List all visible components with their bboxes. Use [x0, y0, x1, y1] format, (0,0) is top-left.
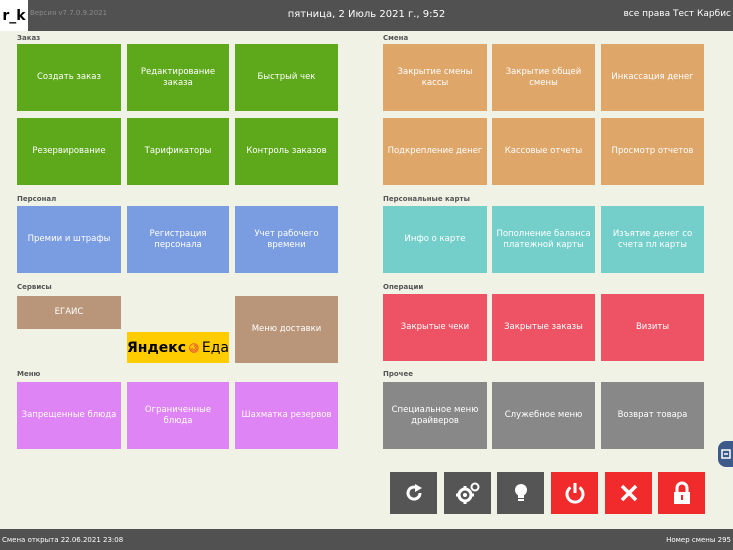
bonuses-fines-button[interactable]: Премии и штрафы [17, 206, 121, 273]
section-operations-label: Операции [383, 283, 424, 291]
status-bar: Смена открыта 22.06.2021 23:08 Номер сме… [0, 529, 733, 550]
section-shift-label: Смена [383, 34, 409, 42]
top-bar: r_k Версия v7.7.0.9.2021 пятница, 2 Июль… [0, 0, 733, 31]
section-services-label: Сервисы [17, 283, 52, 291]
power-icon [565, 483, 584, 504]
close-cash-shift-button[interactable]: Закрытие смены кассы [383, 44, 487, 111]
view-reports-button[interactable]: Просмотр отчетов [601, 118, 704, 185]
tariffs-button[interactable]: Тарификаторы [127, 118, 229, 185]
cash-collection-button[interactable]: Инкассация денег [601, 44, 704, 111]
service-menu-button[interactable]: Служебное меню [492, 382, 595, 449]
section-order-label: Заказ [17, 34, 41, 42]
lock-button[interactable] [658, 472, 705, 514]
reservation-button[interactable]: Резервирование [17, 118, 121, 185]
cash-reinforce-button[interactable]: Подкрепление денег [383, 118, 487, 185]
section-other-label: Прочее [383, 370, 413, 378]
refresh-icon [406, 484, 422, 501]
delivery-menu-button[interactable]: Меню доставки [235, 296, 338, 363]
side-panel-tab[interactable] [718, 441, 733, 467]
close-button[interactable] [605, 472, 652, 514]
edit-order-button[interactable]: Редактирование заказа [127, 44, 229, 111]
topup-balance-button[interactable]: Пополнение баланса платежной карты [492, 206, 595, 273]
close-icon [620, 484, 637, 502]
refresh-button[interactable] [390, 472, 437, 514]
side-panel-icon [720, 449, 731, 459]
quick-check-button[interactable]: Быстрый чек [235, 44, 338, 111]
reserve-chess-button[interactable]: Шахматка резервов [235, 382, 338, 449]
yandex-brand-label: Яндекс [127, 339, 187, 356]
order-control-button[interactable]: Контроль заказов [235, 118, 338, 185]
copyright-label: все права Тест Карбис [623, 9, 732, 19]
shift-number-label: Номер смены 295 [666, 536, 731, 544]
driver-menu-button[interactable]: Специальное меню драйверов [383, 382, 487, 449]
close-general-shift-button[interactable]: Закрытие общей смены [492, 44, 595, 111]
create-order-button[interactable]: Создать заказ [17, 44, 121, 111]
withdraw-money-button[interactable]: Изъятие денег со счета пл карты [601, 206, 704, 273]
egais-button[interactable]: ЕГАИС [17, 296, 121, 329]
limited-dishes-button[interactable]: Ограниченные блюда [127, 382, 229, 449]
closed-checks-button[interactable]: Закрытые чеки [383, 294, 487, 361]
section-cards-label: Персональные карты [383, 195, 470, 203]
section-staff-label: Персонал [17, 195, 57, 203]
yandex-eda-logo-icon [189, 342, 199, 353]
cash-reports-button[interactable]: Кассовые отчеты [492, 118, 595, 185]
card-info-button[interactable]: Инфо о карте [383, 206, 487, 273]
lock-icon [673, 481, 690, 504]
return-goods-button[interactable]: Возврат товара [601, 382, 704, 449]
forbidden-dishes-button[interactable]: Запрещенные блюда [17, 382, 121, 449]
shift-open-label: Смена открыта 22.06.2021 23:08 [2, 536, 124, 544]
closed-orders-button[interactable]: Закрытые заказы [492, 294, 595, 361]
yandex-eda-button[interactable]: Яндекс Еда [127, 332, 229, 363]
power-button[interactable] [551, 472, 598, 514]
visits-button[interactable]: Визиты [601, 294, 704, 361]
lightbulb-icon [514, 484, 527, 501]
work-time-button[interactable]: Учет рабочего времени [235, 206, 338, 273]
yandex-eda-label: Еда [201, 339, 229, 356]
staff-registration-button[interactable]: Регистрация персонала [127, 206, 229, 273]
hint-button[interactable] [497, 472, 544, 514]
gears-icon [455, 482, 479, 504]
settings-button[interactable] [444, 472, 491, 514]
section-menu-label: Меню [17, 370, 41, 378]
